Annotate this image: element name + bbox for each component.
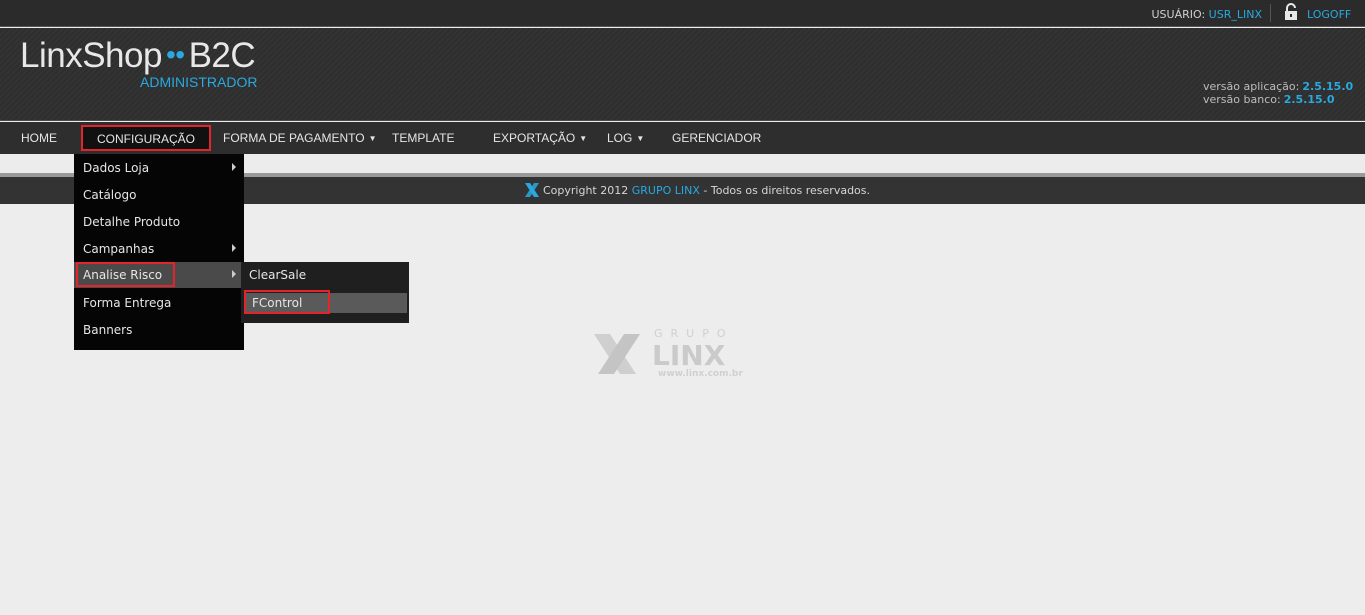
menu-item-label: Forma Entrega [83, 296, 172, 310]
menu-item-detalhe-produto[interactable]: Detalhe Produto [74, 209, 244, 233]
menu-item-label: Dados Loja [83, 161, 150, 175]
highlight-box-analise-risco [76, 262, 175, 287]
user-name-link[interactable]: USR_LINX [1209, 8, 1262, 21]
logo-dots: •• [165, 39, 185, 70]
main-nav: HOME CONFIGURAÇÃO FORMA DE PAGAMENTO ▼ TE… [0, 122, 1365, 154]
nav-log[interactable]: LOG ▼ [607, 131, 644, 145]
menu-item-label: Catálogo [83, 188, 137, 202]
copyright-prefix: Copyright 2012 [543, 184, 632, 197]
app-version-label: versão aplicação: [1203, 80, 1300, 93]
menu-item-label: Banners [83, 323, 133, 337]
analise-risco-submenu: ClearSale FControl [241, 262, 409, 323]
caret-down-icon: ▼ [579, 134, 588, 143]
nav-template[interactable]: TEMPLATE [392, 131, 454, 145]
nav-exportacao-label: EXPORTAÇÃO [493, 131, 576, 145]
copyright-suffix: - Todos os direitos reservados. [699, 184, 871, 197]
user-label: USUÁRIO: [1151, 8, 1206, 21]
db-version: 2.5.15.0 [1283, 93, 1335, 106]
menu-item-campanhas[interactable]: Campanhas [74, 236, 244, 260]
unlock-icon[interactable] [1283, 3, 1299, 21]
user-info: USUÁRIO: USR_LINX [1152, 8, 1263, 21]
watermark-linx: LINX [652, 339, 726, 372]
chevron-right-icon [232, 244, 236, 252]
logo-text-left: LinxShop [20, 36, 162, 75]
version-info: versão aplicação: 2.5.15.0 versão banco: 2… [1203, 80, 1353, 106]
logoff-link[interactable]: LOGOFF [1307, 8, 1351, 21]
submenu-item-label: ClearSale [249, 268, 307, 282]
grupo-linx-watermark: GRUPO LINX www.linx.com.br [594, 327, 743, 379]
nav-configuracao[interactable]: CONFIGURAÇÃO [81, 125, 212, 151]
watermark-url: www.linx.com.br [658, 369, 743, 379]
configuracao-dropdown: Dados Loja Catálogo Detalhe Produto Camp… [74, 154, 244, 350]
nav-log-label: LOG [607, 131, 633, 145]
nav-home[interactable]: HOME [21, 131, 57, 145]
submenu-item-clearsale[interactable]: ClearSale [241, 263, 409, 285]
chevron-right-icon [232, 163, 236, 171]
logo-subtitle: ADMINISTRADOR [140, 74, 258, 90]
chevron-right-icon [232, 270, 236, 278]
db-version-label: versão banco: [1203, 93, 1281, 106]
caret-down-icon: ▼ [636, 134, 645, 143]
app-version: 2.5.15.0 [1302, 80, 1354, 93]
menu-item-forma-entrega[interactable]: Forma Entrega [74, 290, 244, 314]
copyright-text: Copyright 2012 GRUPO LINX - Todos os dir… [543, 184, 870, 197]
divider [1270, 4, 1271, 22]
menu-item-label: Campanhas [83, 242, 155, 256]
nav-forma-pagamento[interactable]: FORMA DE PAGAMENTO ▼ [223, 131, 377, 145]
nav-forma-pagamento-label: FORMA DE PAGAMENTO [223, 131, 365, 145]
highlight-box-fcontrol [244, 290, 330, 314]
logo-text-right: B2C [188, 36, 256, 75]
menu-item-catalogo[interactable]: Catálogo [74, 182, 244, 206]
nav-gerenciador[interactable]: GERENCIADOR [672, 131, 761, 145]
menu-item-label: Detalhe Produto [83, 215, 181, 229]
caret-down-icon: ▼ [368, 134, 377, 143]
linx-x-icon [525, 183, 539, 197]
menu-item-dados-loja[interactable]: Dados Loja [74, 155, 244, 179]
grupo-linx-link[interactable]: GRUPO LINX [632, 184, 700, 197]
top-user-bar: USUÁRIO: USR_LINX LOGOFF [0, 0, 1365, 27]
header: LinxShop •• B2C ADMINISTRADOR versão aplic… [0, 28, 1365, 121]
menu-item-banners[interactable]: Banners [74, 317, 244, 341]
logo[interactable]: LinxShop •• B2C [20, 36, 256, 76]
nav-exportacao[interactable]: EXPORTAÇÃO ▼ [493, 131, 587, 145]
